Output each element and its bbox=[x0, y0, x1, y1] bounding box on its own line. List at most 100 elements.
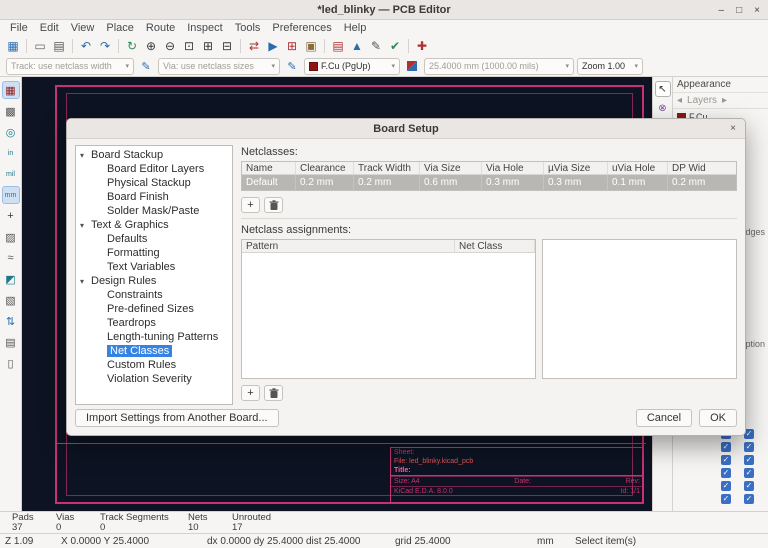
delete-assignment-button[interactable] bbox=[264, 385, 283, 401]
netclasses-col-clearance[interactable]: Clearance bbox=[296, 162, 354, 174]
menu-file[interactable]: File bbox=[4, 22, 34, 34]
netclass-row[interactable]: Default0.2 mm0.2 mm0.6 mm0.3 mm0.3 mm0.1… bbox=[242, 175, 736, 190]
visibility-checkbox[interactable]: ✓ bbox=[721, 455, 731, 465]
tree-item-net-classes[interactable]: Net Classes bbox=[76, 344, 232, 358]
edit-via-sizes-button[interactable]: ✎ bbox=[283, 57, 301, 75]
appearance-tabs[interactable]: ◂ Layers ▸ bbox=[673, 92, 768, 109]
run-plugin-icon[interactable]: ▶ bbox=[264, 37, 282, 55]
tree-item-violation-severity[interactable]: Violation Severity bbox=[76, 372, 232, 386]
net-inspector-icon[interactable]: ⊗ bbox=[655, 100, 671, 116]
menu-inspect[interactable]: Inspect bbox=[181, 22, 228, 34]
tree-item-custom-rules[interactable]: Custom Rules bbox=[76, 358, 232, 372]
add-netclass-button[interactable]: + bbox=[241, 197, 260, 213]
curved-ratsnest-icon[interactable]: ≈ bbox=[2, 249, 20, 267]
layer-combo[interactable]: F.Cu (PgUp) ▾ bbox=[304, 58, 400, 75]
delete-netclass-button[interactable] bbox=[264, 197, 283, 213]
netclasses-col-name[interactable]: Name bbox=[242, 162, 296, 174]
drc-icon[interactable]: ✔ bbox=[386, 37, 404, 55]
color-checkbox[interactable]: ✓ bbox=[744, 481, 754, 491]
visibility-checkbox[interactable]: ✓ bbox=[721, 468, 731, 478]
cancel-button[interactable]: Cancel bbox=[636, 409, 692, 427]
tree-item-pre-defined-sizes[interactable]: Pre-defined Sizes bbox=[76, 302, 232, 316]
units-mm-icon[interactable]: mm bbox=[2, 186, 20, 204]
color-checkbox[interactable]: ✓ bbox=[744, 468, 754, 478]
library-icon[interactable]: ▤ bbox=[329, 37, 347, 55]
netclass-members-panel[interactable] bbox=[542, 239, 737, 379]
color-checkbox[interactable]: ✓ bbox=[744, 442, 754, 452]
refresh-icon[interactable]: ↻ bbox=[123, 37, 141, 55]
chevron-right-icon[interactable]: ▸ bbox=[722, 95, 727, 106]
flip-view-icon[interactable]: ⇅ bbox=[2, 312, 20, 330]
units-mil-icon[interactable]: mil bbox=[2, 165, 20, 183]
tree-item-design-rules[interactable]: ▾Design Rules bbox=[76, 274, 232, 288]
save-icon[interactable]: ▦ bbox=[4, 37, 22, 55]
dialog-close-button[interactable]: × bbox=[730, 123, 736, 134]
grid-style-icon[interactable]: ▩ bbox=[2, 102, 20, 120]
update-pcb-icon[interactable]: ⇄ bbox=[245, 37, 263, 55]
array-icon[interactable]: ⊞ bbox=[283, 37, 301, 55]
ok-button[interactable]: OK bbox=[699, 409, 737, 427]
chevron-left-icon[interactable]: ◂ bbox=[677, 95, 682, 106]
layers-manager-icon[interactable]: ▤ bbox=[2, 333, 20, 351]
color-checkbox[interactable]: ✓ bbox=[744, 494, 754, 504]
tree-item-physical-stackup[interactable]: Physical Stackup bbox=[76, 176, 232, 190]
tree-item-length-tuning-patterns[interactable]: Length-tuning Patterns bbox=[76, 330, 232, 344]
print-icon[interactable]: ▤ bbox=[50, 37, 68, 55]
units-inch-icon[interactable]: in bbox=[2, 144, 20, 162]
tree-item-constraints[interactable]: Constraints bbox=[76, 288, 232, 302]
netclasses-col-dp-wid[interactable]: DP Wid bbox=[668, 162, 737, 174]
track-width-combo[interactable]: Track: use netclass width ▾ bbox=[6, 58, 134, 75]
highlight-net-icon[interactable]: ✚ bbox=[413, 37, 431, 55]
grid-combo[interactable]: 25.4000 mm (1000.00 mils) ▾ bbox=[424, 58, 574, 75]
tree-item-solder-mask-paste[interactable]: Solder Mask/Paste bbox=[76, 204, 232, 218]
import-settings-button[interactable]: Import Settings from Another Board... bbox=[75, 409, 279, 427]
dialog-titlebar[interactable]: Board Setup × bbox=[67, 119, 745, 139]
visibility-checkbox[interactable]: ✓ bbox=[721, 442, 731, 452]
netclasses-col-via-hole[interactable]: Via Hole bbox=[482, 162, 544, 174]
netclasses-col-uvia-hole[interactable]: uVia Hole bbox=[608, 162, 668, 174]
net-highlight-icon[interactable]: ◩ bbox=[2, 270, 20, 288]
assignments-table-body[interactable] bbox=[242, 253, 535, 378]
lock-icon[interactable]: ▣ bbox=[302, 37, 320, 55]
minimize-button[interactable]: – bbox=[719, 5, 725, 16]
tree-item-board-stackup[interactable]: ▾Board Stackup bbox=[76, 148, 232, 162]
page-settings-icon[interactable]: ▭ bbox=[31, 37, 49, 55]
via-size-combo[interactable]: Via: use netclass sizes ▾ bbox=[158, 58, 280, 75]
edit-track-widths-button[interactable]: ✎ bbox=[137, 57, 155, 75]
drawing-mode-icon[interactable]: ▧ bbox=[2, 291, 20, 309]
grid-visibility-icon[interactable]: ▦ bbox=[2, 81, 20, 99]
menu-view[interactable]: View bbox=[65, 22, 101, 34]
menu-place[interactable]: Place bbox=[100, 22, 140, 34]
tree-item-teardrops[interactable]: Teardrops bbox=[76, 316, 232, 330]
netclasses-col-via-size[interactable]: µVia Size bbox=[544, 162, 608, 174]
maximize-button[interactable]: □ bbox=[736, 5, 742, 16]
select-tool-icon[interactable]: ↖ bbox=[655, 81, 671, 97]
zoom-combo[interactable]: Zoom 1.00 ▾ bbox=[577, 58, 643, 75]
assignments-col-net-class[interactable]: Net Class bbox=[455, 240, 535, 252]
ratsnest-icon[interactable]: ▨ bbox=[2, 228, 20, 246]
zoom-selection-icon[interactable]: ⊟ bbox=[218, 37, 236, 55]
zoom-in-icon[interactable]: ⊕ bbox=[142, 37, 160, 55]
zoom-objects-icon[interactable]: ⊞ bbox=[199, 37, 217, 55]
close-button[interactable]: × bbox=[754, 5, 760, 16]
color-checkbox[interactable]: ✓ bbox=[744, 455, 754, 465]
plot-icon[interactable]: ✎ bbox=[367, 37, 385, 55]
tree-item-text-graphics[interactable]: ▾Text & Graphics bbox=[76, 218, 232, 232]
visibility-checkbox[interactable]: ✓ bbox=[721, 481, 731, 491]
cursor-shape-icon[interactable]: + bbox=[2, 207, 20, 225]
menu-edit[interactable]: Edit bbox=[34, 22, 65, 34]
assignments-col-pattern[interactable]: Pattern bbox=[242, 240, 455, 252]
menu-tools[interactable]: Tools bbox=[229, 22, 267, 34]
window-titlebar[interactable]: *led_blinky — PCB Editor – □ × bbox=[0, 0, 768, 20]
zoom-out-icon[interactable]: ⊖ bbox=[161, 37, 179, 55]
properties-panel-icon[interactable]: ▯ bbox=[2, 354, 20, 372]
tree-item-formatting[interactable]: Formatting bbox=[76, 246, 232, 260]
netclasses-col-track-width[interactable]: Track Width bbox=[354, 162, 420, 174]
tree-item-defaults[interactable]: Defaults bbox=[76, 232, 232, 246]
visibility-checkbox[interactable]: ✓ bbox=[721, 494, 731, 504]
3d-viewer-icon[interactable]: ▲ bbox=[348, 37, 366, 55]
redo-icon[interactable]: ↷ bbox=[96, 37, 114, 55]
layer-pair-button[interactable] bbox=[403, 57, 421, 75]
add-assignment-button[interactable]: + bbox=[241, 385, 260, 401]
zoom-fit-icon[interactable]: ⊡ bbox=[180, 37, 198, 55]
